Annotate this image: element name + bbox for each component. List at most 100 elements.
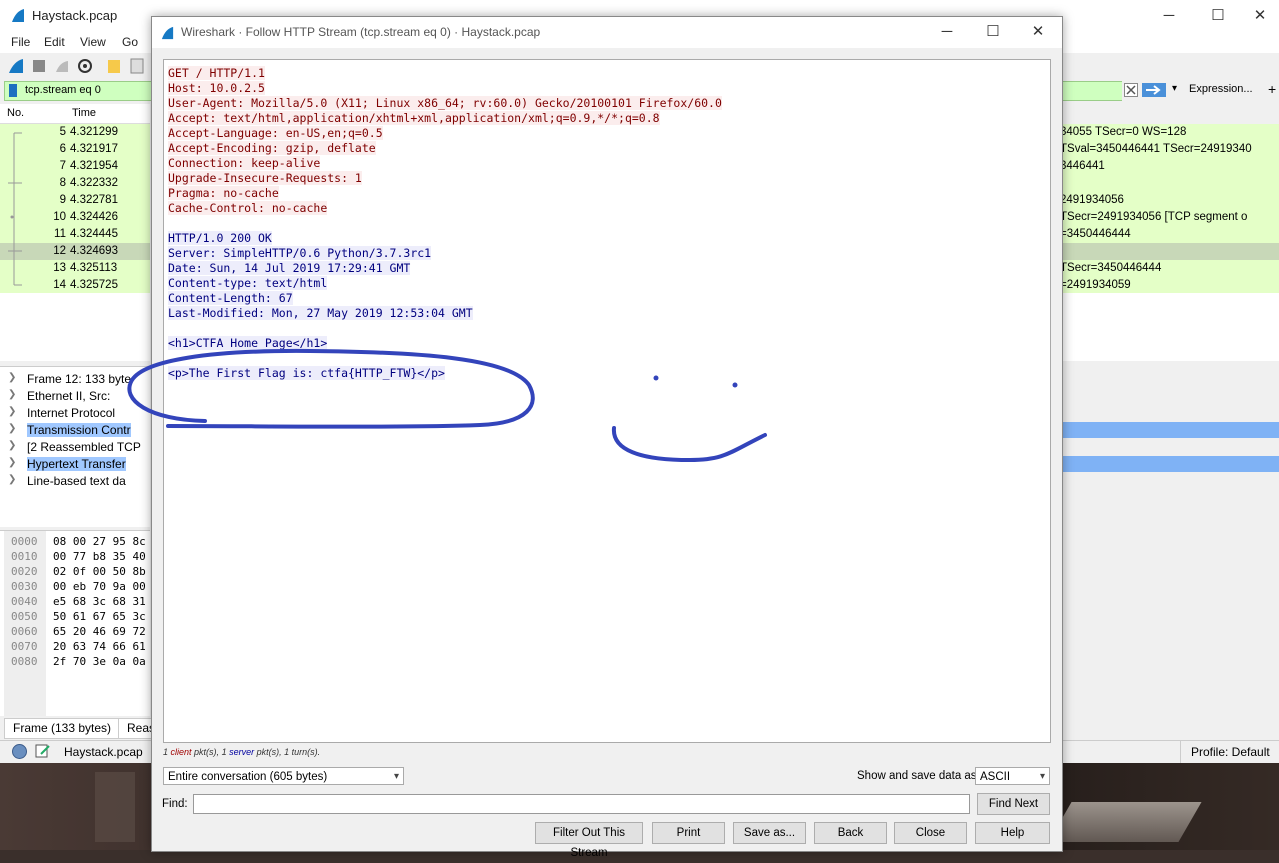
server-stream-line: <p>The First Flag is: ctfa{HTTP_FTW}</p>: [168, 366, 445, 380]
stop-capture-icon[interactable]: [31, 58, 47, 74]
detail-tree-item[interactable]: ❯ Hypertext Transfer: [8, 456, 150, 472]
packet-number: 6: [59, 143, 66, 155]
open-file-icon[interactable]: [106, 58, 122, 74]
packet-row-info[interactable]: TSecr=3450446444: [1060, 260, 1279, 277]
packet-row-info[interactable]: =3450446444: [1060, 226, 1279, 243]
hex-row[interactable]: 0030 00 eb 70 9a 00: [11, 580, 146, 593]
client-stream-line: Cache-Control: no-cache: [168, 201, 328, 215]
detail-highlight-tail: [1060, 422, 1279, 438]
detail-tree-item[interactable]: ❯ Transmission Contr: [8, 422, 150, 438]
packet-row-info[interactable]: [1060, 243, 1279, 260]
expert-info-icon[interactable]: [12, 744, 27, 759]
detail-tree-item[interactable]: ❯ Internet Protocol: [8, 405, 150, 421]
chevron-right-icon[interactable]: ❯: [8, 406, 16, 417]
tab-frame[interactable]: Frame (133 bytes): [4, 718, 121, 739]
dialog-title-bar: Wireshark · Follow HTTP Stream (tcp.stre…: [152, 17, 1062, 48]
dialog-maximize-icon[interactable]: ☐: [973, 20, 1013, 44]
packet-row-info[interactable]: =2491934059: [1060, 277, 1279, 294]
packet-row-info[interactable]: [1060, 175, 1279, 192]
column-no[interactable]: No.: [7, 107, 24, 119]
help-button[interactable]: Help: [975, 822, 1050, 844]
menu-go[interactable]: Go: [122, 35, 138, 49]
maximize-icon[interactable]: ☐: [1198, 4, 1238, 28]
packet-row-info[interactable]: 34055 TSecr=0 WS=128: [1060, 124, 1279, 141]
detail-highlight-tail: [1060, 456, 1279, 472]
client-stream-line: Upgrade-Insecure-Requests: 1: [168, 171, 362, 185]
hex-bytes: 50 61 67 65 3c: [53, 610, 146, 623]
add-filter-button-icon[interactable]: +: [1268, 81, 1276, 97]
menu-file[interactable]: File: [11, 35, 30, 49]
conversation-select[interactable]: Entire conversation (605 bytes) ▾: [163, 767, 404, 785]
dialog-minimize-icon[interactable]: ─: [927, 20, 967, 44]
hex-row[interactable]: 0020 02 0f 00 50 8b: [11, 565, 146, 578]
column-time[interactable]: Time: [72, 107, 96, 119]
client-stream-line: GET / HTTP/1.1: [168, 66, 265, 80]
back-button[interactable]: Back: [814, 822, 887, 844]
menu-view[interactable]: View: [80, 35, 106, 49]
detail-label: [2 Reassembled TCP: [27, 440, 141, 454]
server-stream-line: Server: SimpleHTTP/0.6 Python/3.7.3rc1: [168, 246, 432, 260]
hex-row[interactable]: 0070 20 63 74 66 61: [11, 640, 146, 653]
menu-edit[interactable]: Edit: [44, 35, 65, 49]
detail-tree-item[interactable]: ❯ Line-based text da: [8, 473, 150, 489]
hex-row[interactable]: 0060 65 20 46 69 72: [11, 625, 146, 638]
chevron-right-icon[interactable]: ❯: [8, 440, 16, 451]
apply-filter-icon[interactable]: [1142, 83, 1166, 97]
filter-out-stream-button[interactable]: Filter Out This Stream: [535, 822, 643, 859]
start-capture-icon[interactable]: [8, 58, 24, 74]
save-as-button[interactable]: Save as...: [733, 822, 806, 844]
hex-row[interactable]: 0080 2f 70 3e 0a 0a: [11, 655, 146, 668]
format-select[interactable]: ASCII ▾: [975, 767, 1050, 785]
chevron-right-icon[interactable]: ❯: [8, 389, 16, 400]
chevron-right-icon[interactable]: ❯: [8, 372, 16, 383]
packet-number: 13: [53, 262, 66, 274]
find-input[interactable]: [193, 794, 970, 814]
hex-row[interactable]: 0050 50 61 67 65 3c: [11, 610, 146, 623]
display-filter-bar[interactable]: tcp.stream eq 0: [4, 81, 153, 101]
filter-history-chevron-icon[interactable]: ▾: [1172, 83, 1177, 94]
capture-options-icon[interactable]: [77, 58, 93, 74]
bookmark-icon[interactable]: [9, 84, 17, 97]
hex-row[interactable]: 0000 08 00 27 95 8c: [11, 535, 146, 548]
clear-filter-icon[interactable]: [1124, 83, 1138, 97]
packet-number: 8: [59, 177, 66, 189]
packet-row-info[interactable]: TSval=3450446441 TSecr=24919340: [1060, 141, 1279, 158]
chevron-right-icon[interactable]: ❯: [8, 474, 16, 485]
hex-offset: 0040: [11, 595, 38, 608]
dialog-close-icon[interactable]: ✕: [1018, 20, 1058, 44]
hex-row[interactable]: 0010 00 77 b8 35 40: [11, 550, 146, 563]
close-button[interactable]: Close: [894, 822, 967, 844]
save-file-icon[interactable]: [129, 58, 145, 74]
hex-bytes: 08 00 27 95 8c: [53, 535, 146, 548]
close-icon[interactable]: ✕: [1240, 4, 1279, 28]
chevron-right-icon[interactable]: ❯: [8, 423, 16, 434]
detail-tree-item[interactable]: ❯ [2 Reassembled TCP: [8, 439, 150, 455]
packet-row-info[interactable]: TSecr=2491934056 [TCP segment o: [1060, 209, 1279, 226]
status-profile[interactable]: Profile: Default: [1191, 745, 1270, 759]
filter-input-tail[interactable]: [1060, 81, 1122, 101]
chevron-right-icon[interactable]: ❯: [8, 457, 16, 468]
stream-content[interactable]: GET / HTTP/1.1 Host: 10.0.2.5 User-Agent: …: [163, 59, 1051, 743]
server-stream-line: Date: Sun, 14 Jul 2019 17:29:41 GMT: [168, 261, 411, 275]
hex-row[interactable]: 0040 e5 68 3c 68 31: [11, 595, 146, 608]
detail-tree-item[interactable]: ❯ Frame 12: 133 byte: [8, 371, 150, 387]
minimize-icon[interactable]: ─: [1149, 4, 1189, 28]
restart-capture-icon[interactable]: [54, 58, 70, 74]
client-stream-line: Host: 10.0.2.5: [168, 81, 265, 95]
server-stream-line: HTTP/1.0 200 OK: [168, 231, 272, 245]
packet-info: TSecr=2491934056 [TCP segment o: [1060, 211, 1248, 223]
client-stream-line: Connection: keep-alive: [168, 156, 321, 170]
find-next-button[interactable]: Find Next: [977, 793, 1050, 815]
packet-time: 4.325725: [70, 279, 118, 291]
expression-button[interactable]: Expression...: [1189, 83, 1253, 95]
detail-tree-item[interactable]: ❯ Ethernet II, Src:: [8, 388, 150, 404]
comment-edit-icon[interactable]: [35, 743, 51, 759]
client-stream-line: Pragma: no-cache: [168, 186, 279, 200]
display-filter-text[interactable]: tcp.stream eq 0: [25, 84, 101, 96]
print-button[interactable]: Print: [652, 822, 725, 844]
hex-bytes: 20 63 74 66 61: [53, 640, 146, 653]
packet-row-info[interactable]: 2491934056: [1060, 192, 1279, 209]
packet-info: TSval=3450446441 TSecr=24919340: [1060, 143, 1252, 155]
chevron-down-icon: ▾: [1039, 771, 1045, 782]
packet-row-info[interactable]: 3446441: [1060, 158, 1279, 175]
